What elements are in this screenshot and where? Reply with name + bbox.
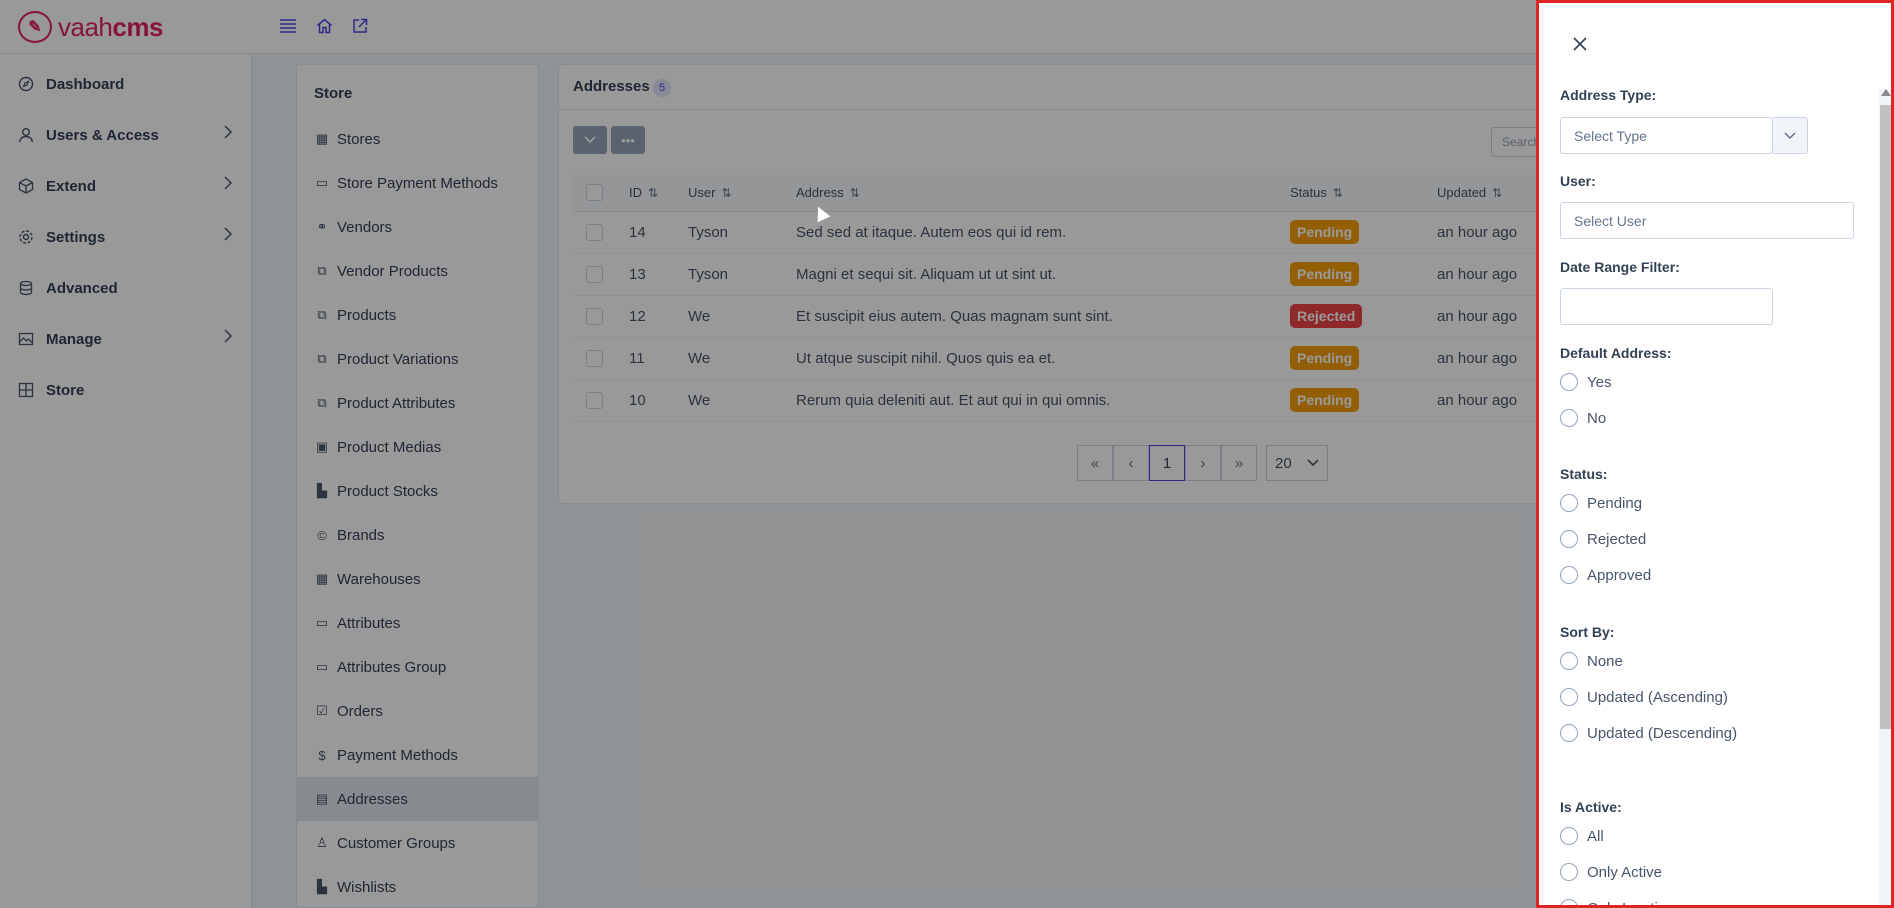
- close-icon[interactable]: [1569, 33, 1591, 55]
- radio-button[interactable]: [1560, 863, 1578, 881]
- radio-button[interactable]: [1560, 688, 1578, 706]
- filter-drawer: Address Type: Select Type User: Select U…: [1536, 0, 1894, 908]
- is-active-label: Is Active:: [1560, 799, 1622, 815]
- radio-button[interactable]: [1560, 652, 1578, 670]
- radio-label: Pending: [1587, 494, 1643, 512]
- radio-button[interactable]: [1560, 530, 1578, 548]
- radio-button[interactable]: [1560, 827, 1578, 845]
- date-range-input[interactable]: [1560, 288, 1773, 325]
- chevron-down-icon: [1784, 131, 1796, 139]
- radio-label: Approved: [1587, 566, 1652, 584]
- radio-active-only-active[interactable]: Only Active: [1560, 863, 1662, 881]
- radio-status-approved[interactable]: Approved: [1560, 566, 1651, 584]
- radio-active-only-inactive[interactable]: Only Inactive: [1560, 899, 1674, 908]
- radio-label: All: [1587, 827, 1604, 845]
- default-address-label: Default Address:: [1560, 345, 1672, 361]
- app-root: ✎ vaahcms Dashboard Users & Access Exten…: [0, 0, 1894, 908]
- radio-label: Updated (Descending): [1587, 724, 1738, 742]
- address-type-dropdown-button[interactable]: [1772, 117, 1808, 154]
- radio-button[interactable]: [1560, 724, 1578, 742]
- drawer-scrollbar-thumb[interactable]: [1880, 105, 1891, 729]
- radio-label: None: [1587, 652, 1623, 670]
- user-label: User:: [1560, 173, 1596, 189]
- radio-label: Only Inactive: [1587, 899, 1674, 908]
- sort-by-label: Sort By:: [1560, 624, 1615, 640]
- radio-label: Yes: [1587, 373, 1612, 391]
- address-type-select[interactable]: Select Type: [1560, 117, 1773, 154]
- status-label: Status:: [1560, 466, 1608, 482]
- radio-button[interactable]: [1560, 899, 1578, 905]
- radio-label: Only Active: [1587, 863, 1663, 881]
- modal-backdrop[interactable]: [0, 0, 1536, 908]
- radio-sort-none[interactable]: None: [1560, 652, 1623, 670]
- radio-default-no[interactable]: No: [1560, 409, 1606, 427]
- radio-button[interactable]: [1560, 494, 1578, 512]
- user-select[interactable]: Select User: [1560, 202, 1854, 239]
- radio-status-pending[interactable]: Pending: [1560, 494, 1642, 512]
- radio-button[interactable]: [1560, 566, 1578, 584]
- radio-label: Rejected: [1587, 530, 1647, 548]
- radio-label: Updated (Ascending): [1587, 688, 1728, 706]
- radio-sort-updated-desc[interactable]: Updated (Descending): [1560, 724, 1737, 742]
- radio-default-yes[interactable]: Yes: [1560, 373, 1611, 391]
- address-type-label: Address Type:: [1560, 87, 1657, 103]
- radio-active-all[interactable]: All: [1560, 827, 1604, 845]
- date-range-label: Date Range Filter:: [1560, 259, 1680, 275]
- radio-button[interactable]: [1560, 373, 1578, 391]
- radio-label: No: [1587, 409, 1607, 427]
- scroll-up-arrow-icon[interactable]: [1881, 89, 1891, 96]
- radio-button[interactable]: [1560, 409, 1578, 427]
- radio-sort-updated-asc[interactable]: Updated (Ascending): [1560, 688, 1728, 706]
- radio-status-rejected[interactable]: Rejected: [1560, 530, 1646, 548]
